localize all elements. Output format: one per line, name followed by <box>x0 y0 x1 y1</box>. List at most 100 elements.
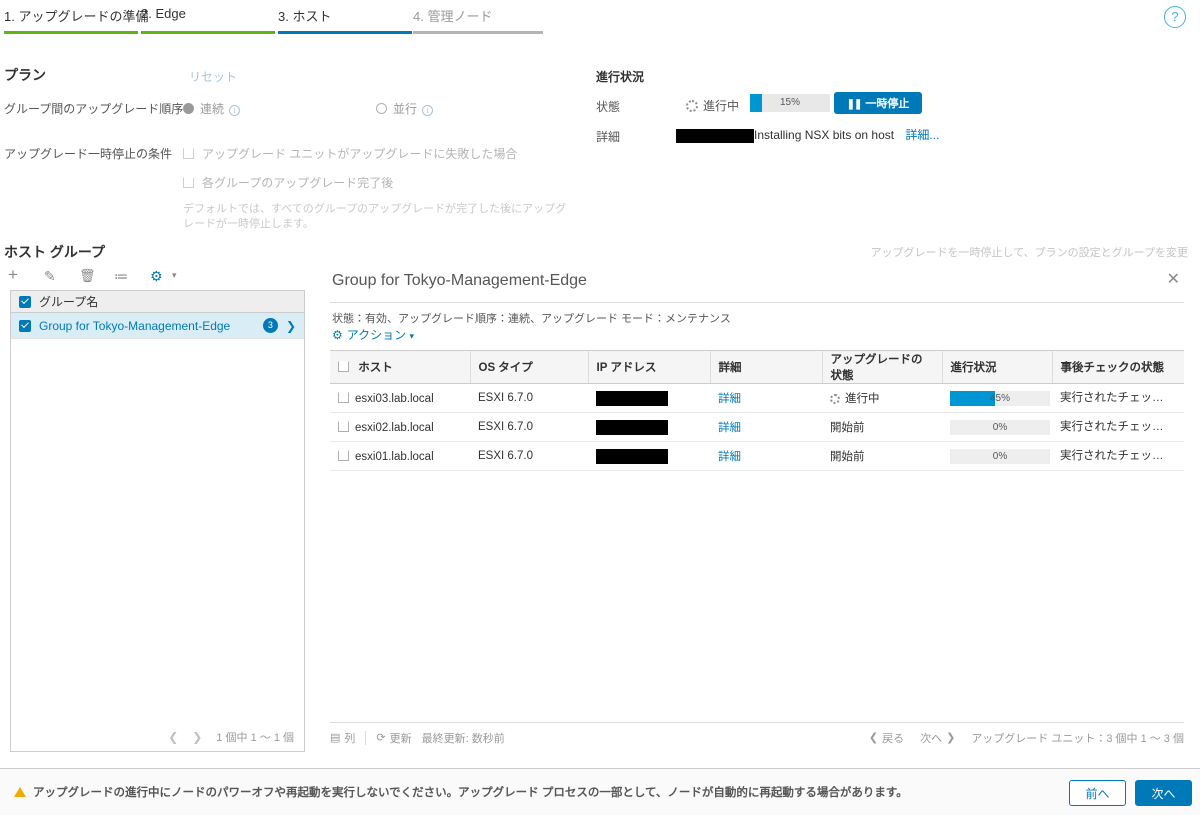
upgrade-wizard-page: 1. アップグレードの準備 2. Edge 3. ホスト 4. 管理ノード ? … <box>0 0 1200 815</box>
warning-icon <box>14 787 26 797</box>
select-all-hosts-checkbox[interactable] <box>338 361 349 372</box>
radio-serial-dot <box>183 103 194 114</box>
th-os-type[interactable]: OS タイプ <box>469 350 588 384</box>
actions-menu[interactable]: ⚙ アクション ▾ <box>332 326 414 343</box>
checkbox-pause-on-failure[interactable]: アップグレード ユニットがアップグレードに失敗した場合 <box>183 145 517 162</box>
detail-link[interactable]: 詳細 <box>718 422 741 434</box>
info-icon-serial[interactable]: i <box>229 105 241 116</box>
group-detail-panel: Group for Tokyo-Management-Edge ✕ 状態：有効、… <box>320 262 1194 752</box>
chevron-right-icon[interactable]: ❯ <box>286 319 296 333</box>
tab-edge[interactable]: 2. Edge <box>141 6 186 21</box>
select-all-checkbox[interactable] <box>19 295 31 308</box>
table-prev-page-button[interactable]: ❮ 戻る <box>869 730 904 746</box>
th-post-check-state[interactable]: 事後チェックの状態 <box>1051 350 1184 384</box>
pause-upgrade-button[interactable]: ❚❚ 一時停止 <box>834 92 922 114</box>
row-checkbox[interactable] <box>338 449 349 461</box>
delete-icon[interactable]: 🗑 <box>79 266 99 286</box>
group-name-column-header: グループ名 <box>39 295 99 309</box>
th-upgrade-state[interactable]: アップグレードの状態 <box>821 350 942 384</box>
checkbox-pause-after-group-label: 各グループのアップグレード完了後 <box>202 176 394 190</box>
tab-underline-hosts <box>278 31 412 34</box>
add-icon[interactable]: + <box>8 266 28 286</box>
hosts-table-footer: ▤ 列 ⟳ 更新 最終更新: 数秒前 ❮ 戻る 次へ ❯ アップグレード ユニット：3 … <box>330 722 1184 752</box>
row-progress-text: 0% <box>992 450 1008 462</box>
table-row[interactable]: esxi03.lab.local ESXI 6.7.0 詳細 進行中 45% 実行されたチ… <box>330 383 1184 413</box>
bottom-bar: アップグレードの進行中にノードのパワーオフや再起動を実行しないでください。アップ… <box>0 768 1200 815</box>
edit-icon[interactable]: ✎ <box>44 266 64 286</box>
radio-serial[interactable]: 連続 i <box>183 100 241 117</box>
progress-detail-row: Installing NSX bits on host 詳細... <box>676 126 939 143</box>
detail-link[interactable]: 詳細 <box>718 451 741 463</box>
actions-gear-icon: ⚙ <box>332 328 343 342</box>
cell-os-type: ESXI 6.7.0 <box>470 441 588 471</box>
cell-upgrade-state: 開始前 <box>822 412 942 442</box>
tab-underline-preparation <box>4 31 138 34</box>
plan-section-title: プラン <box>4 67 46 83</box>
table-row[interactable]: esxi02.lab.local ESXI 6.7.0 詳細 開始前 0% 実行されたチェ… <box>330 412 1184 442</box>
warning-message: アップグレードの進行中にノードのパワーオフや再起動を実行しないでください。アップ… <box>14 784 908 800</box>
tab-upgrade-preparation[interactable]: 1. アップグレードの準備 <box>4 6 148 25</box>
footer-right-group: ❮ 戻る 次へ ❯ アップグレード ユニット：3 個中 1 ～ 3 個 <box>869 730 1184 746</box>
radio-parallel-label: 並行 <box>393 102 418 116</box>
prev-page-icon[interactable]: ❮ <box>168 730 178 744</box>
next-page-chevron-icon: ❯ <box>946 732 956 744</box>
columns-label: 列 <box>344 732 356 745</box>
prev-page-chevron-icon: ❮ <box>868 732 879 744</box>
checkbox-pause-on-failure-label: アップグレード ユニットがアップグレードに失敗した場合 <box>202 147 518 161</box>
progress-section-title: 進行状況 <box>596 70 645 84</box>
chevron-down-icon[interactable]: ▾ <box>172 270 177 281</box>
refresh-button[interactable]: ⟳ 更新 <box>376 730 411 746</box>
detail-link[interactable]: 詳細 <box>718 393 741 405</box>
close-icon[interactable]: ✕ <box>1167 272 1180 288</box>
help-icon[interactable]: ? <box>1164 6 1186 28</box>
columns-icon: ▤ <box>330 732 341 744</box>
radio-serial-label: 連続 <box>200 102 225 116</box>
radio-parallel[interactable]: 並行 i <box>376 100 434 117</box>
post-check-text: 実行されたチェッ… <box>1060 391 1164 404</box>
row-checkbox[interactable] <box>338 420 349 432</box>
table-row[interactable]: esxi01.lab.local ESXI 6.7.0 詳細 開始前 0% 実行されたチェ… <box>330 441 1184 471</box>
cell-progress: 0% <box>942 412 1052 442</box>
th-detail[interactable]: 詳細 <box>709 350 822 384</box>
footer-separator <box>365 730 367 745</box>
list-item[interactable]: Group for Tokyo-Management-Edge 3 ❯ <box>11 313 304 339</box>
redacted-node-name <box>676 128 754 143</box>
cell-post-check-state: 実行されたチェッ… <box>1052 383 1184 413</box>
th-ip-address[interactable]: IP アドレス <box>587 350 710 384</box>
cell-host: esxi02.lab.local <box>330 412 470 442</box>
upgrade-state-text: 開始前 <box>830 451 865 463</box>
tab-underline-edge <box>141 31 275 34</box>
table-next-label: 次へ <box>920 732 943 745</box>
info-icon-parallel[interactable]: i <box>422 105 434 116</box>
radio-parallel-dot <box>376 103 387 114</box>
list-pagination-count: 1 個中 1 ～ 1 個 <box>216 732 294 744</box>
next-button[interactable]: 次へ <box>1135 780 1192 806</box>
th-host[interactable]: ホスト <box>330 350 470 384</box>
cell-progress: 0% <box>942 441 1052 471</box>
cell-ip-address <box>588 383 710 413</box>
table-prev-label: 戻る <box>882 732 905 745</box>
progress-detail-text: Installing NSX bits on host <box>754 128 895 142</box>
next-page-icon[interactable]: ❯ <box>192 730 202 744</box>
host-groups-title: ホスト グループ <box>4 244 106 260</box>
tab-management-node[interactable]: 4. 管理ノード <box>413 6 492 25</box>
checkbox-pause-after-group[interactable]: 各グループのアップグレード完了後 <box>183 174 393 191</box>
table-next-page-button[interactable]: 次へ ❯ <box>920 730 955 746</box>
columns-button[interactable]: ▤ 列 <box>330 730 355 746</box>
reset-link[interactable]: リセット <box>189 68 237 85</box>
cell-ip-address <box>588 441 710 471</box>
previous-button[interactable]: 前へ <box>1069 780 1126 806</box>
reorder-icon[interactable]: ≔ <box>114 266 134 286</box>
progress-state-value: 進行中 <box>703 99 740 113</box>
warning-message-text: アップグレードの進行中にノードのパワーオフや再起動を実行しないでください。アップ… <box>33 787 908 799</box>
actions-label: アクション <box>346 328 407 342</box>
row-checkbox[interactable] <box>338 391 349 403</box>
tab-hosts[interactable]: 3. ホスト <box>278 6 331 25</box>
checkbox-pause-on-failure-box <box>183 148 194 159</box>
wizard-tab-bar: 1. アップグレードの準備 2. Edge 3. ホスト 4. 管理ノード ? <box>0 0 1200 36</box>
th-progress[interactable]: 進行状況 <box>941 350 1052 384</box>
progress-detail-link[interactable]: 詳細... <box>905 128 939 142</box>
settings-gear-icon[interactable]: ⚙ <box>150 266 170 286</box>
overall-progress-text: 15% <box>779 97 800 108</box>
row-checkbox[interactable] <box>19 319 31 332</box>
